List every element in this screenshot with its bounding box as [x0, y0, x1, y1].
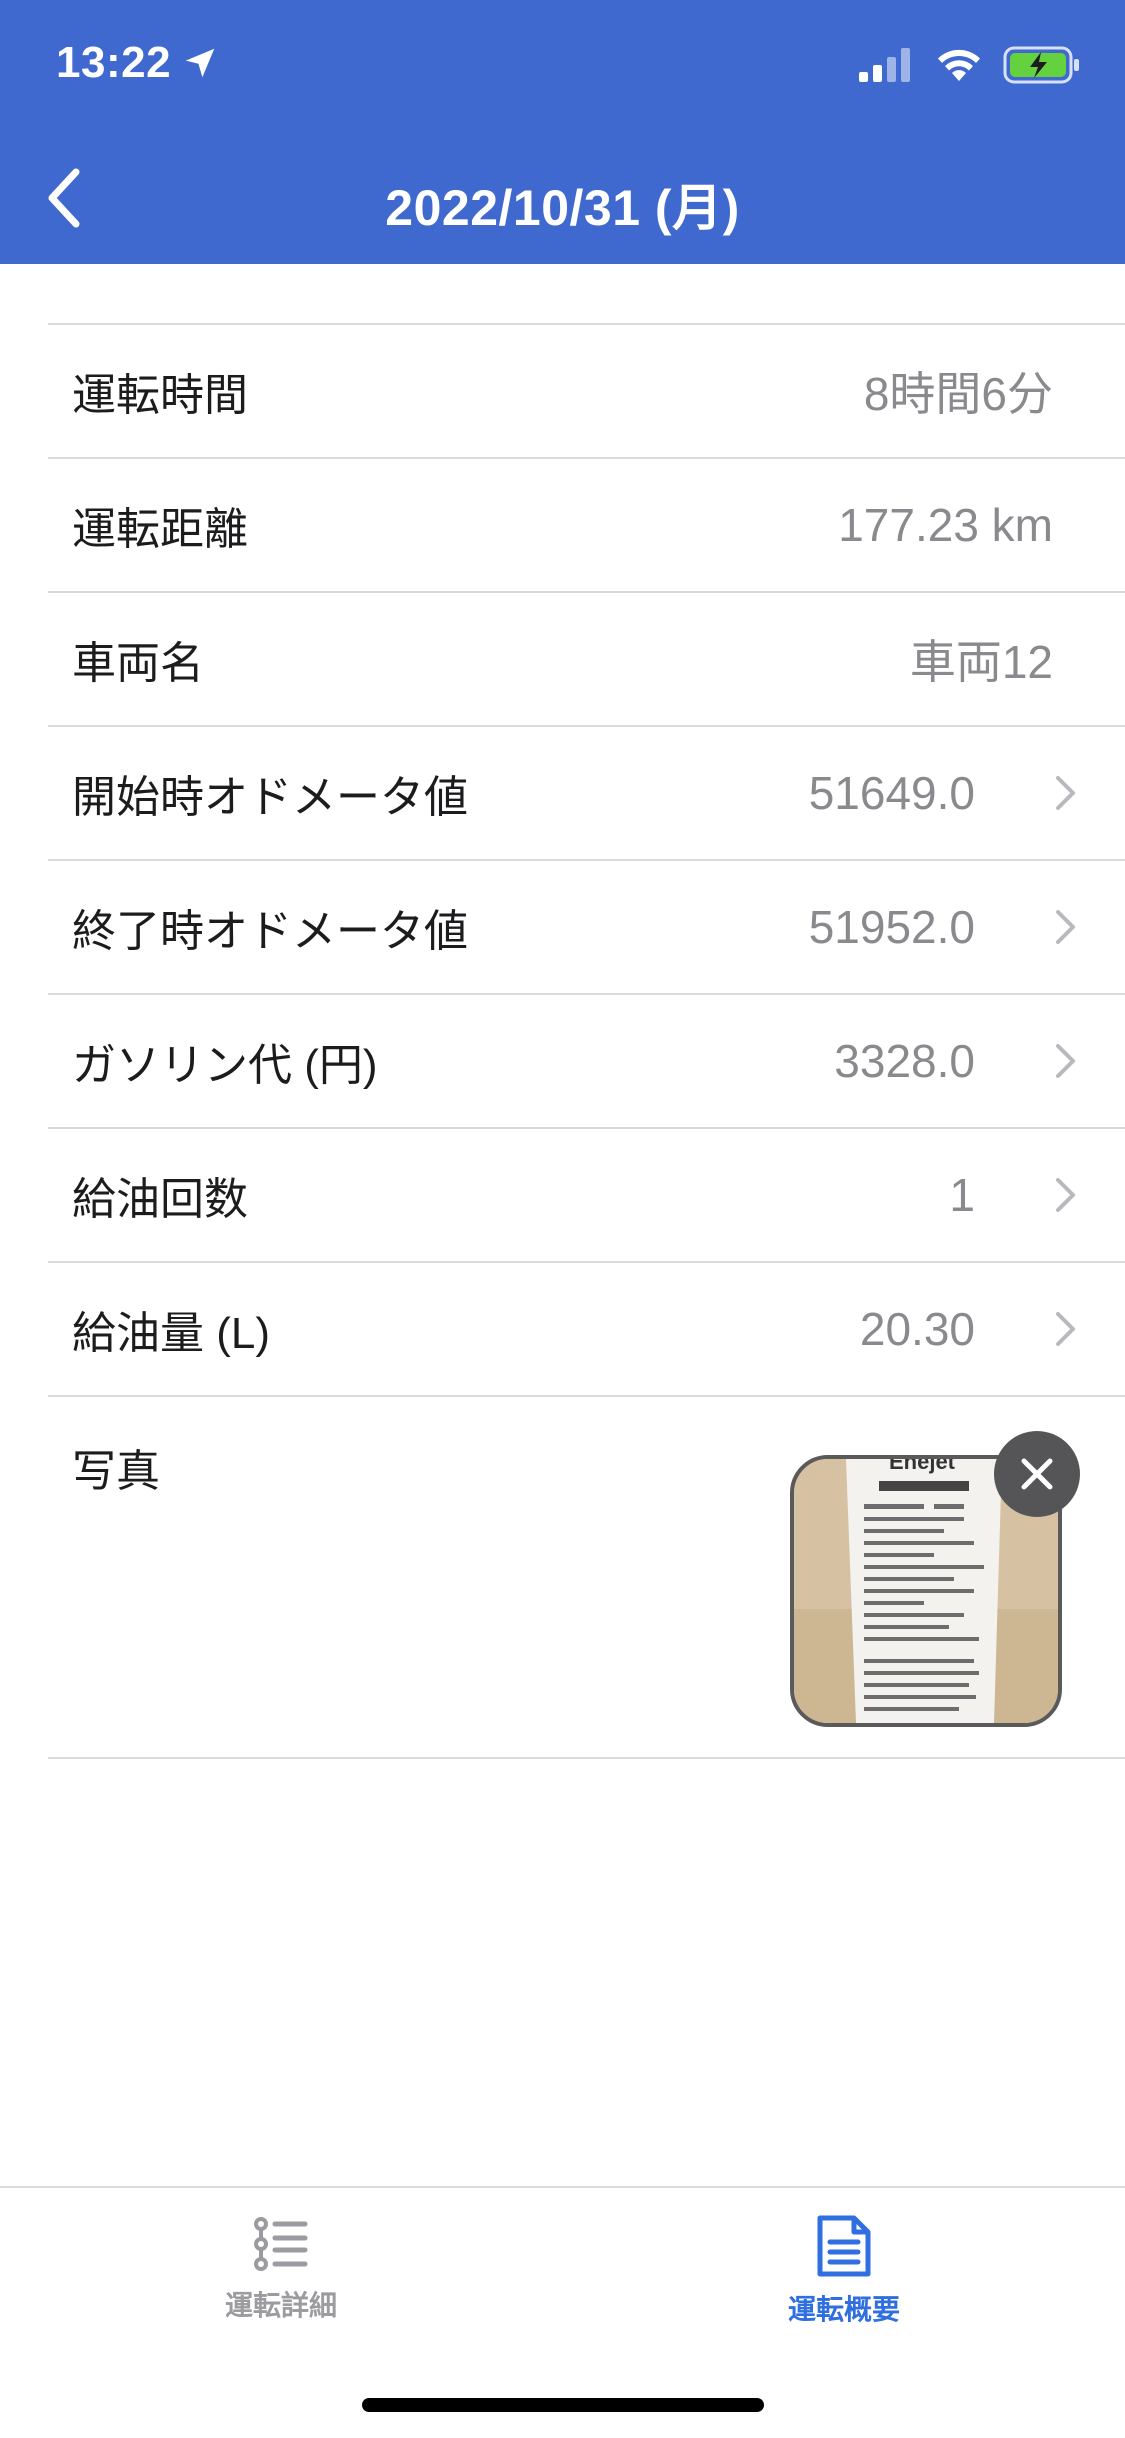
close-icon [1021, 1458, 1053, 1490]
chevron-right-icon [1056, 1178, 1075, 1212]
row-value: 20.30 [859, 1303, 975, 1355]
tab-label: 運転概要 [787, 2294, 900, 2325]
remove-photo-button[interactable] [994, 1431, 1080, 1517]
battery-charging-icon [1003, 46, 1079, 84]
row-vehicle-name: 車両名 車両12 [48, 593, 1125, 727]
page-title: 2022/10/31 (月) [385, 180, 740, 236]
tab-driving-detail[interactable]: 運転詳細 [131, 2214, 431, 2344]
row-start-odometer[interactable]: 開始時オドメータ値 51649.0 [48, 727, 1125, 861]
row-label: 給油量 (L) [72, 1309, 270, 1358]
row-driving-time: 運転時間 8時間6分 [48, 325, 1125, 459]
row-end-odometer[interactable]: 終了時オドメータ値 51952.0 [48, 861, 1125, 995]
wifi-icon [938, 49, 980, 81]
status-time-text: 13:22 [56, 38, 172, 87]
tab-driving-summary[interactable]: 運転概要 [694, 2214, 994, 2344]
row-value: 8時間6分 [863, 368, 1053, 420]
row-driving-distance: 運転距離 177.23 km [48, 459, 1125, 593]
location-arrow-icon [185, 48, 215, 78]
summary-list: 運転時間 8時間6分 運転距離 177.23 km 車両名 車両12 開始時オド… [48, 323, 1125, 1759]
row-label: 運転時間 [72, 371, 248, 420]
chevron-right-icon [1056, 1312, 1075, 1346]
chevron-right-icon [1056, 1044, 1075, 1078]
row-label: 写真 [72, 1447, 160, 1496]
row-label: ガソリン代 (円) [72, 1041, 378, 1090]
header-bar: 13:22 2022/10/31 (月) [0, 0, 1125, 264]
tab-label: 運転詳細 [224, 2290, 337, 2321]
cellular-signal-icon [859, 48, 910, 82]
row-value: 3328.0 [834, 1035, 975, 1087]
row-label: 終了時オドメータ値 [72, 907, 468, 956]
row-label: 運転距離 [72, 505, 248, 554]
status-icons [859, 46, 1081, 84]
list-steps-icon [254, 2217, 308, 2271]
row-value: 51649.0 [808, 767, 975, 819]
row-value: 1 [949, 1169, 975, 1221]
row-value: 177.23 km [838, 499, 1053, 551]
row-label: 給油回数 [72, 1175, 248, 1224]
chevron-right-icon [1056, 910, 1075, 944]
chevron-right-icon [1056, 776, 1075, 810]
row-photo: 写真 Enejet [48, 1397, 1125, 1759]
status-time: 13:22 [56, 38, 219, 88]
row-label: 開始時オドメータ値 [72, 773, 468, 822]
home-indicator[interactable] [362, 2398, 764, 2412]
row-gasoline-cost[interactable]: ガソリン代 (円) 3328.0 [48, 995, 1125, 1129]
svg-text:Enejet: Enejet [889, 1459, 956, 1474]
row-refuel-amount[interactable]: 給油量 (L) 20.30 [48, 1263, 1125, 1397]
row-refuel-count[interactable]: 給油回数 1 [48, 1129, 1125, 1263]
row-label: 車両名 [72, 639, 204, 688]
row-value: 車両12 [909, 636, 1053, 688]
row-value: 51952.0 [808, 901, 975, 953]
document-icon [817, 2215, 871, 2277]
